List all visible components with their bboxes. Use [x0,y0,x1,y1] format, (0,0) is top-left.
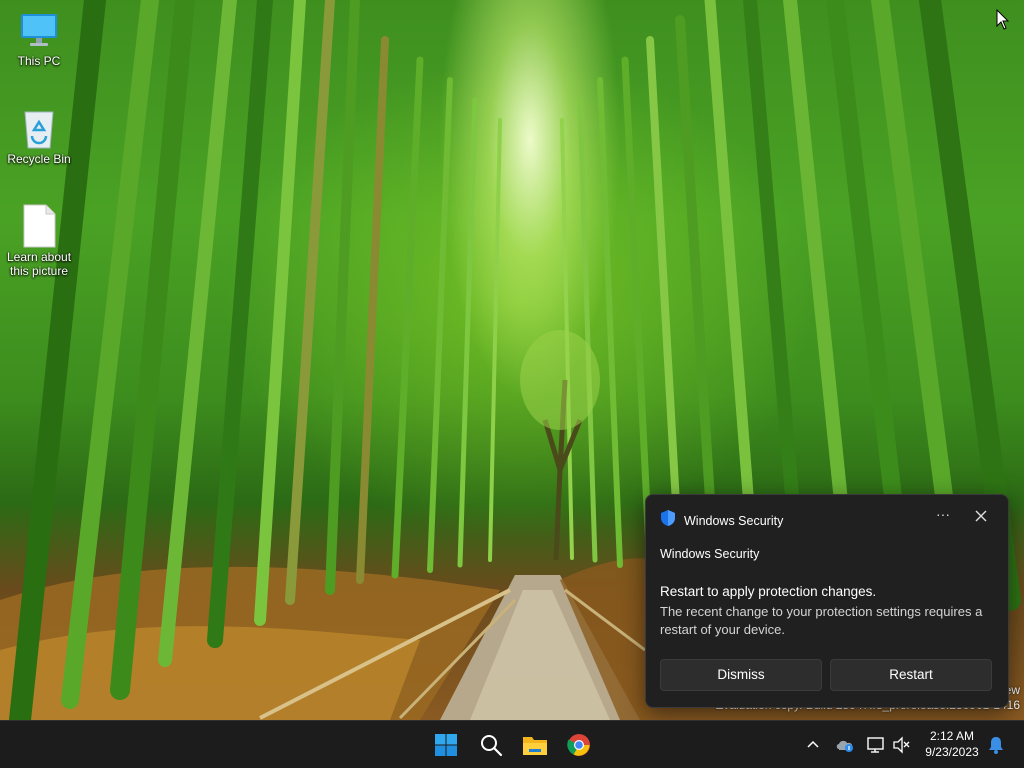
toast-body: The recent change to your protection set… [660,604,983,637]
document-icon [19,204,59,248]
restart-button[interactable]: Restart [830,659,992,691]
desktop-icon-recycle-bin[interactable]: Recycle Bin [4,106,74,166]
desktop-icon-label: Learn about this picture [6,250,72,278]
file-explorer-icon[interactable] [521,731,549,759]
dismiss-button[interactable]: Dismiss [660,659,822,691]
clock-time: 2:12 AM [929,729,975,743]
windows-security-toast[interactable]: Windows Security ··· Windows Security Re… [645,494,1009,708]
toast-app-name: Windows Security [684,513,784,528]
desktop[interactable]: This PC Recycle Bin Learn about this pic… [0,0,1024,720]
start-icon[interactable] [432,731,460,759]
taskbar: 2:12 AM 9/23/2023 [0,720,1024,768]
desktop-icon-this-pc[interactable]: This PC [4,8,74,68]
windows-security-shield-icon [660,509,676,532]
close-icon[interactable] [972,507,990,525]
chevron-up-icon[interactable] [803,735,823,755]
mouse-cursor-icon [996,8,1010,36]
toast-subtitle: Windows Security [660,547,760,561]
notification-bell-icon[interactable] [986,735,1006,755]
more-options-icon[interactable]: ··· [934,507,952,525]
toast-title: Restart to apply protection changes. [660,584,877,599]
chrome-icon[interactable] [565,731,593,759]
clock-date: 9/23/2023 [925,745,979,759]
recycle-bin-icon [19,106,59,150]
desktop-icon-label: This PC [17,54,61,68]
desktop-icon-learn-about-picture[interactable]: Learn about this picture [4,204,74,278]
clock[interactable]: 2:12 AM 9/23/2023 [918,728,986,760]
desktop-icon-label: Recycle Bin [7,152,71,166]
onedrive-icon[interactable] [835,735,855,755]
volume-muted-icon[interactable] [892,735,912,755]
toast-header: Windows Security [660,509,783,532]
search-icon[interactable] [477,731,505,759]
this-pc-icon [19,8,59,52]
network-icon[interactable] [866,735,886,755]
